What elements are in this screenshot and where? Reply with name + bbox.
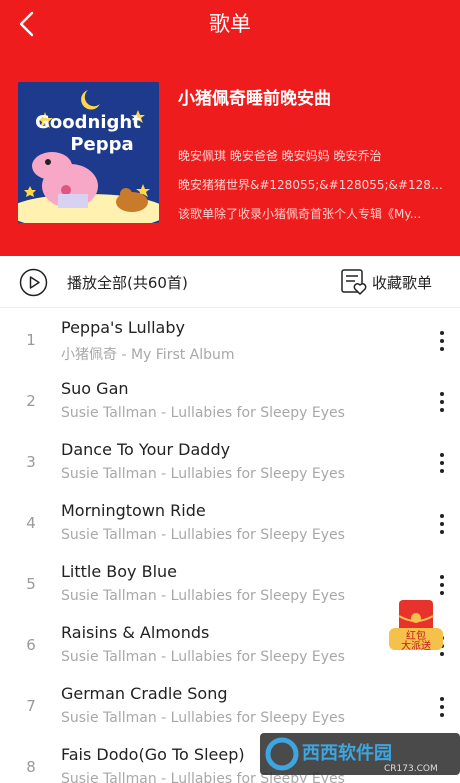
song-row[interactable]: 7 German Cradle Song Susie Tallman - Lul… [0, 675, 460, 736]
playlist-name: 小猪佩奇睡前晚安曲 [178, 89, 331, 109]
track-number: 3 [26, 453, 36, 471]
cover-artwork: Goodnight Peppa [18, 82, 159, 223]
song-artist-album: Susie Tallman - Lullabies for Sleepy Eye… [61, 710, 345, 726]
song-artist-album: 小猪佩奇 - My First Album [61, 347, 235, 363]
playlist-intro[interactable]: 晚安佩琪 晚安爸爸 晚安妈妈 晚安乔治 晚安猪猪世界&#128055;&#128… [178, 142, 448, 229]
watermark-brand: 西西软件园 [302, 742, 392, 764]
song-title: Suo Gan [61, 379, 129, 398]
collect-playlist-label: 收藏歌单 [372, 274, 433, 292]
track-number: 7 [26, 697, 36, 715]
song-title: Dance To Your Daddy [61, 440, 231, 459]
more-vertical-icon[interactable] [432, 573, 452, 597]
song-artist-album: Susie Tallman - Lullabies for Sleepy Eye… [61, 466, 345, 482]
song-title: Little Boy Blue [61, 562, 178, 581]
watermark-domain: CR173.COM [384, 764, 438, 774]
song-row[interactable]: 4 Morningtown Ride Susie Tallman - Lulla… [0, 492, 460, 553]
more-vertical-icon[interactable] [432, 695, 452, 719]
play-all-button[interactable]: 播放全部(共60首) [67, 272, 188, 293]
cover-text-goodnight: Goodnight [35, 112, 141, 133]
playlist-tags-line1: 晚安佩琪 晚安爸爸 晚安妈妈 晚安乔治 [178, 149, 382, 163]
song-title: Morningtown Ride [61, 501, 206, 520]
red-packet-promo-icon[interactable]: 红包 大派送 [385, 598, 447, 656]
track-number: 5 [26, 575, 36, 593]
song-artist-album: Susie Tallman - Lullabies for Sleepy Eye… [61, 527, 345, 543]
more-vertical-icon[interactable] [432, 512, 452, 536]
track-number: 1 [26, 331, 36, 349]
more-vertical-icon[interactable] [432, 451, 452, 475]
cover-text-peppa: Peppa [70, 134, 133, 155]
track-number: 4 [26, 514, 36, 532]
playlist-tags-line2: 晚安猪猪世界&#128055;&#128055;&#128055; [178, 178, 448, 192]
play-circle-icon[interactable] [19, 268, 48, 297]
song-title: German Cradle Song [61, 684, 228, 703]
song-row[interactable]: 3 Dance To Your Daddy Susie Tallman - Lu… [0, 431, 460, 492]
site-watermark-logo: 西西软件园 CR173.COM [260, 733, 460, 775]
red-packet-line2: 大派送 [401, 639, 431, 652]
track-number: 8 [26, 758, 36, 776]
song-title: Raisins & Almonds [61, 623, 210, 642]
song-artist-album: Susie Tallman - Lullabies for Sleepy Eye… [61, 649, 345, 665]
track-number: 6 [26, 636, 36, 654]
play-all-bar: 播放全部(共60首) 收藏歌单 [0, 256, 460, 308]
more-vertical-icon[interactable] [432, 329, 452, 353]
song-row[interactable]: 1 Peppa's Lullaby 小猪佩奇 - My First Album [0, 309, 460, 370]
song-title: Peppa's Lullaby [61, 318, 185, 337]
playlist-heart-icon [341, 269, 367, 295]
playlist-cover-image[interactable]: Goodnight Peppa [18, 82, 159, 223]
top-bar: 歌单 [0, 0, 460, 50]
more-vertical-icon[interactable] [432, 390, 452, 414]
track-number: 2 [26, 392, 36, 410]
song-row[interactable]: 2 Suo Gan Susie Tallman - Lullabies for … [0, 370, 460, 431]
playlist-header: 歌单 Goodnight Peppa 小猪佩奇睡前晚安曲 晚安佩琪 晚安爸爸 晚… [0, 0, 460, 256]
song-title: Fais Dodo(Go To Sleep) [61, 745, 245, 764]
playlist-description: 该歌单除了收录小猪佩奇首张个人专辑《My... [178, 207, 422, 221]
song-artist-album: Susie Tallman - Lullabies for Sleepy Eye… [61, 405, 345, 421]
page-title: 歌单 [209, 12, 251, 36]
song-artist-album: Susie Tallman - Lullabies for Sleepy Eye… [61, 588, 345, 604]
